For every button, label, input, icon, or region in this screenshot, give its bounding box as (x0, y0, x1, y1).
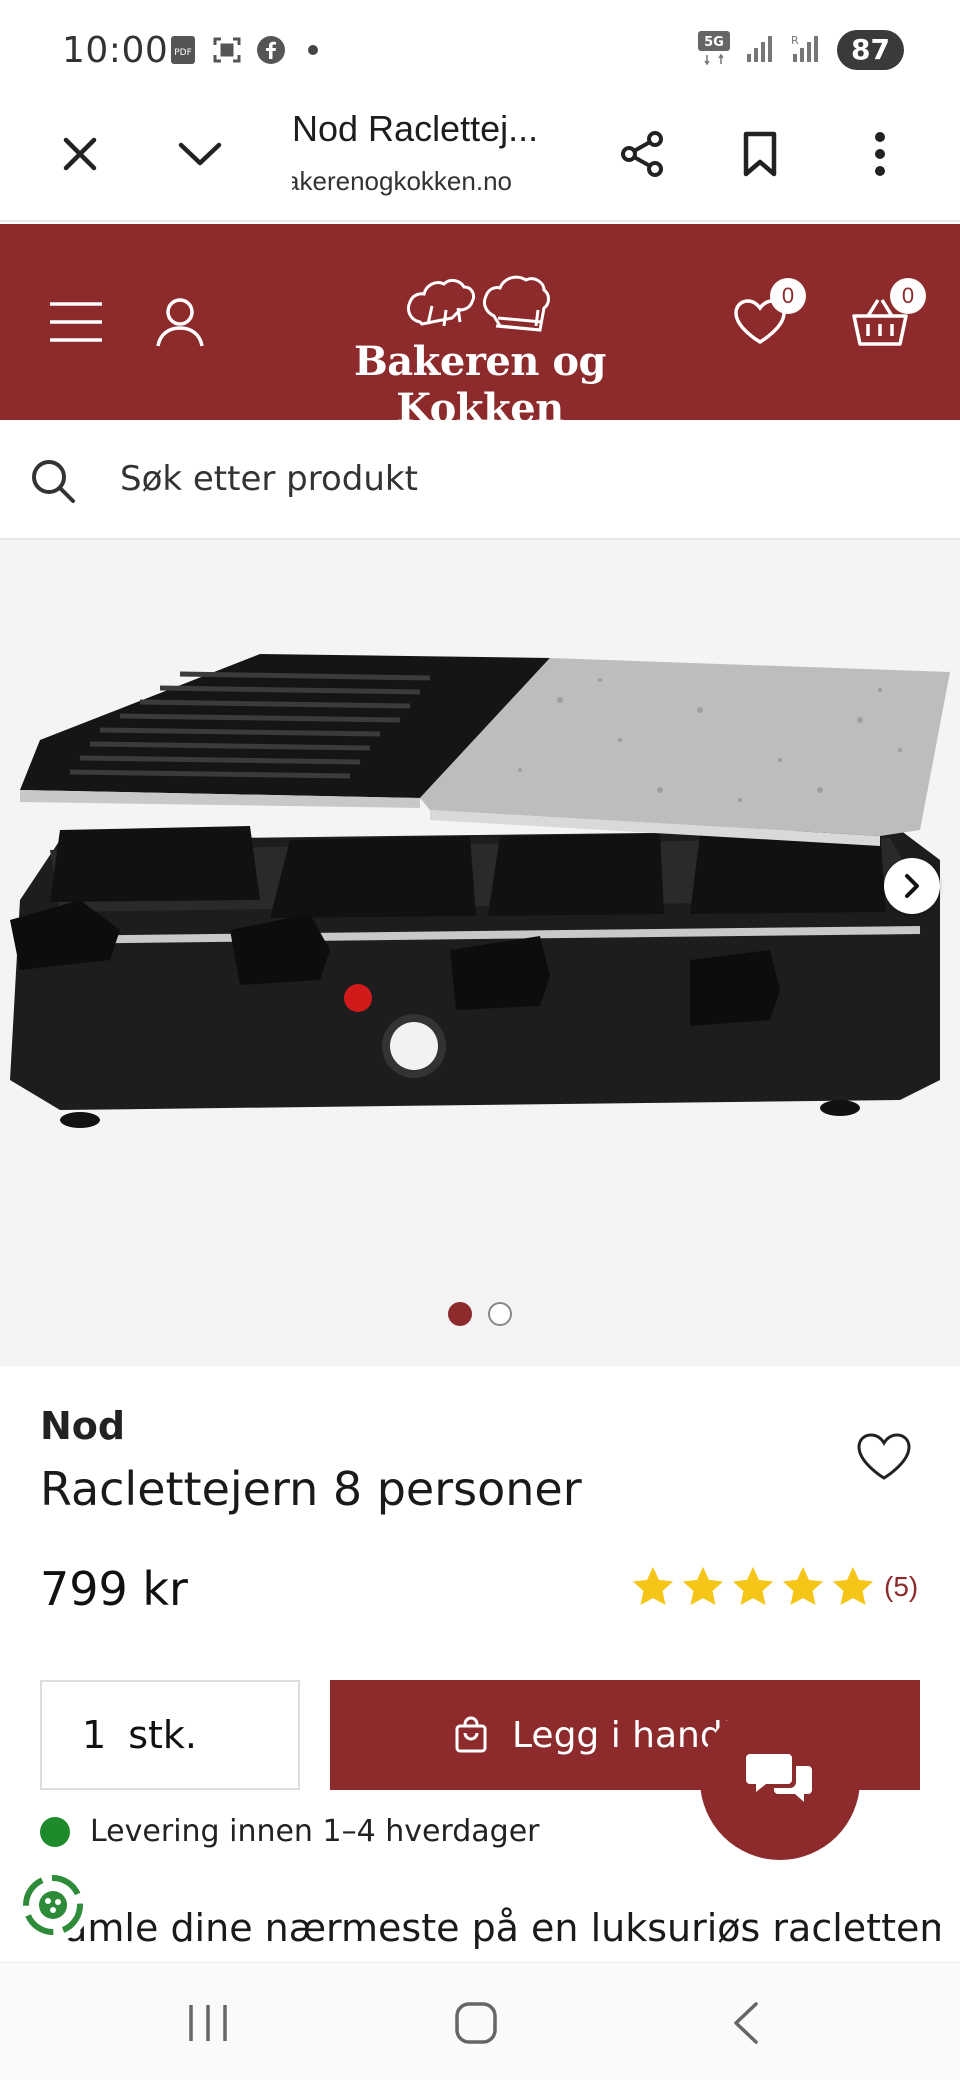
quantity-unit: stk. (128, 1713, 197, 1757)
search-bar (0, 420, 960, 540)
share-button[interactable] (610, 122, 674, 186)
gallery-dot-1[interactable] (448, 1302, 472, 1326)
star-icon (732, 1566, 774, 1606)
star-icon (632, 1566, 674, 1606)
bookmark-button[interactable] (728, 122, 792, 186)
product-rating[interactable]: (5) (630, 1564, 918, 1610)
quantity-input[interactable]: 1 stk. (40, 1680, 300, 1790)
product-brand[interactable]: Nod (40, 1404, 125, 1448)
product-image-gallery[interactable] (0, 540, 960, 1366)
more-options-button[interactable] (848, 122, 912, 186)
menu-button[interactable] (40, 286, 112, 358)
site-logo[interactable]: Bakeren og Kokken (270, 252, 690, 432)
home-button[interactable] (436, 1991, 516, 2055)
system-navigation-bar (0, 1962, 960, 2080)
shopping-bag-icon (455, 1716, 487, 1753)
star-icon (782, 1566, 824, 1606)
next-image-button[interactable] (884, 858, 940, 914)
chat-button[interactable] (700, 1700, 860, 1860)
back-icon (734, 2002, 758, 2044)
svg-text:R: R (791, 34, 799, 47)
delivery-info: Levering innen 1–4 hverdager (40, 1814, 540, 1849)
page-title[interactable]: Nod Raclettej... (292, 108, 562, 150)
battery-indicator: 87 (837, 30, 904, 70)
chevron-right-icon (905, 874, 919, 898)
product-title: Raclettejern 8 personer (40, 1462, 582, 1516)
status-bar: 10:00 PDF 5G R 87 (0, 0, 960, 100)
user-icon (156, 298, 204, 347)
share-icon (621, 131, 663, 177)
delivery-text: Levering innen 1–4 hverdager (90, 1814, 540, 1849)
gallery-pagination (448, 1302, 512, 1326)
search-input[interactable] (120, 454, 900, 504)
close-tab-button[interactable] (48, 122, 112, 186)
facebook-icon (256, 34, 286, 66)
status-notification-icons: PDF (168, 34, 318, 66)
browser-toolbar: Nod Raclettej... bakerenogkokken.no (0, 100, 960, 222)
product-description: Samle dine nærmeste på en luksuriøs racl… (40, 1906, 940, 1950)
bookmark-icon (743, 131, 777, 177)
add-to-wishlist-button[interactable] (856, 1432, 916, 1488)
cart-button[interactable]: 0 (844, 278, 926, 358)
logo-text: Bakeren og Kokken (353, 338, 607, 432)
signal-icon-2: R (791, 32, 823, 68)
more-vert-icon (875, 132, 885, 176)
quantity-value: 1 (82, 1713, 107, 1757)
chat-bubbles-icon (746, 1754, 812, 1802)
recent-apps-button[interactable] (168, 1991, 248, 2055)
notification-dot-icon (308, 45, 318, 55)
wishlist-count-badge: 0 (770, 278, 806, 314)
svg-text:5G: 5G (704, 35, 724, 50)
chef-hat-logo-icon (406, 275, 550, 332)
wishlist-button[interactable]: 0 (724, 278, 806, 358)
page-url[interactable]: bakerenogkokken.no (292, 166, 512, 197)
product-image (10, 654, 950, 1128)
status-time: 10:00 (62, 30, 169, 71)
hamburger-menu-icon (50, 302, 102, 342)
in-stock-indicator (40, 1816, 70, 1847)
star-icon (832, 1566, 874, 1606)
eco-badge[interactable] (16, 1868, 90, 1942)
site-header: Bakeren og Kokken 0 0 (0, 224, 960, 432)
search-icon (32, 460, 75, 503)
recent-apps-icon (189, 2005, 227, 2041)
home-icon (455, 2002, 497, 2044)
star-icon (682, 1566, 724, 1606)
minimize-button[interactable] (168, 122, 232, 186)
close-icon (63, 137, 97, 171)
product-price: 799 kr (40, 1562, 188, 1616)
heart-outline-icon (857, 1433, 911, 1480)
svg-text:PDF: PDF (174, 48, 192, 58)
back-button[interactable] (706, 1991, 786, 2055)
review-count[interactable]: (5) (884, 1571, 918, 1603)
account-button[interactable] (144, 286, 216, 358)
network-5g-icon: 5G (697, 30, 731, 70)
chevron-down-icon (178, 142, 222, 166)
signal-icon (745, 32, 777, 68)
gallery-dot-2[interactable] (488, 1302, 512, 1326)
pdf-icon: PDF (168, 34, 198, 66)
cart-count-badge: 0 (890, 278, 926, 314)
recycle-icon (23, 1875, 83, 1935)
screenshot-icon (212, 34, 242, 66)
status-system-icons: 5G R 87 (697, 30, 904, 70)
